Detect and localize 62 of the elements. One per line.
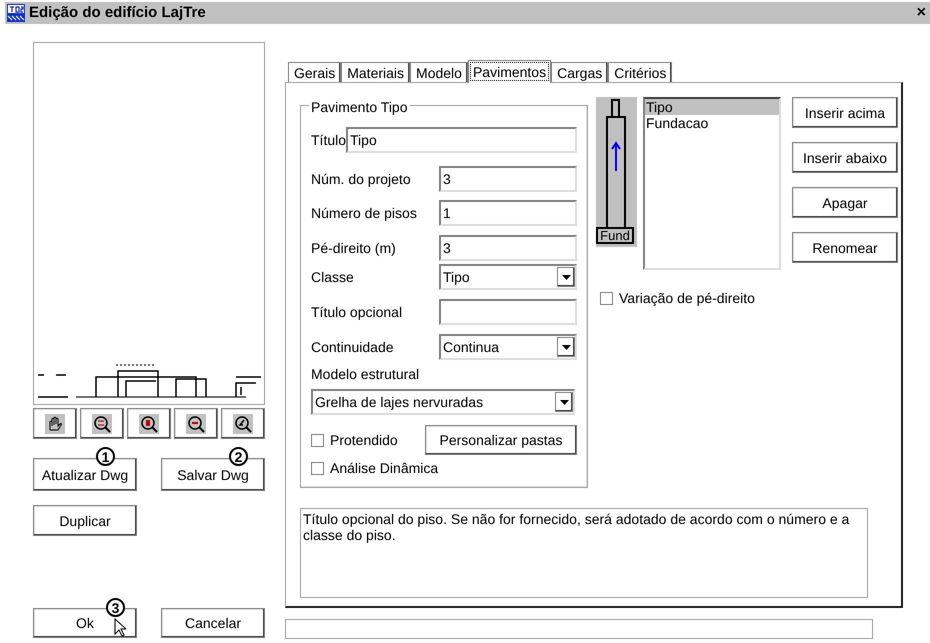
duplicate-button[interactable]: Duplicar [33,505,137,536]
text-field[interactable]: 1 [439,200,577,226]
combo-value: Tipo [443,268,471,287]
combo-box[interactable]: Grelha de lajes nervuradas [311,389,575,415]
text-field[interactable] [439,299,577,325]
field-label: Continuidade [311,338,394,356]
dropdown-arrow-icon [562,274,570,280]
checkbox-label: Variação de pé-direito [619,289,755,308]
floor-button[interactable]: Inserir acima [792,97,898,128]
tool-button[interactable] [127,408,171,439]
tool-button[interactable] [80,408,124,439]
dropdown-arrow-icon [562,344,570,350]
text-field[interactable]: 3 [439,166,577,192]
close-button[interactable]: × [916,5,926,21]
tool-button[interactable] [221,408,265,439]
text-field[interactable]: 3 [439,235,577,261]
field-label: Análise Dinâmica [330,459,438,478]
callout-number: 1 [96,447,115,466]
tab[interactable]: Gerais [288,62,342,82]
combo-box[interactable]: Continua [439,334,577,360]
tab[interactable]: Cargas [551,62,608,82]
dropdown-arrow-icon [560,400,568,404]
checkbox[interactable] [311,434,324,446]
floor-label: Fund [596,227,634,244]
checkbox[interactable] [600,292,613,305]
tool-button[interactable] [33,408,77,439]
list-item[interactable]: Fundacao [645,115,779,131]
floor-button[interactable]: Renomear [792,232,898,263]
window-title: Edição do edifício LajTre [29,2,206,23]
combo-value: Continua [443,338,500,356]
description-box: Título opcional do piso. Se não for fornecido, será adotado de acordo com o número e a classe do piso. [300,508,868,598]
customize-folders-button[interactable]: Personalizar pastas [425,425,577,455]
hand-icon [45,414,65,434]
floor-button[interactable]: Inserir abaixo [792,142,898,173]
field-label: Núm. do projeto [311,170,411,189]
text-field[interactable]: Tipo [346,127,577,153]
field-label: Pé-direito (m) [311,238,396,258]
tab[interactable]: Materiais [341,62,410,82]
cursor-icon [114,618,126,637]
combo-value: Grelha de lajes nervuradas [315,392,484,412]
tab[interactable]: Pavimentos [468,60,552,83]
callout-number: 3 [106,598,125,617]
app-icon [7,4,25,22]
zoom-page-icon [139,414,159,434]
tab[interactable]: Critérios [608,62,672,82]
tool-button[interactable] [174,408,218,439]
callout-number: 2 [229,447,248,466]
zoom-window-icon [92,414,112,434]
field-label: Classe [311,268,354,286]
tab[interactable]: Modelo [410,62,468,82]
field-label: Número de pisos [311,204,417,223]
zoom-out-icon [186,414,206,434]
cancel-button[interactable]: Cancelar [161,608,265,638]
list-item[interactable]: Tipo [645,99,779,115]
field-label: Modelo estrutural [311,365,420,384]
combo-box[interactable]: Tipo [439,264,577,290]
floor-button[interactable]: Apagar [792,187,898,218]
zoom-previous-icon [233,414,253,434]
field-label: Título opcional [311,302,402,322]
checkbox[interactable] [311,462,324,475]
field-label: Título [311,130,346,150]
field-label: Protendido [330,430,398,450]
